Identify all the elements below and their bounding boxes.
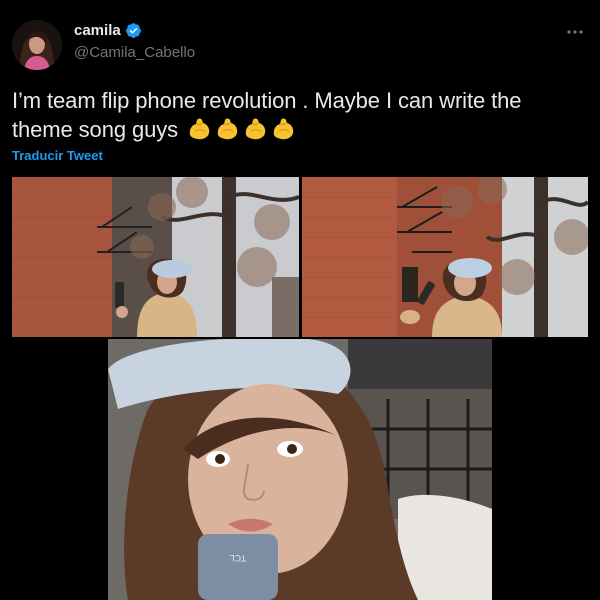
flexed-biceps-icon (186, 115, 212, 148)
more-options-icon[interactable] (564, 24, 586, 40)
photo-woman-flip-phone-brick-building-icon (12, 177, 299, 337)
author-name-row: camila (74, 22, 142, 39)
flexed-biceps-icon (270, 115, 296, 148)
flexed-biceps-icon (242, 115, 268, 148)
flexed-biceps-icon (214, 115, 240, 148)
author-display-name[interactable]: camila (74, 22, 121, 39)
media-photo-2[interactable] (302, 177, 588, 337)
tweet-text: I’m team flip phone revolution . Maybe I… (12, 87, 588, 148)
media-photo-1[interactable] (12, 177, 299, 337)
verified-badge-icon (125, 22, 142, 39)
photo-woman-flip-phone-brick-building-2-icon (302, 177, 588, 337)
tweet-card[interactable]: camila @Camila_Cabello I’m team flip pho… (0, 0, 600, 600)
phone-brand-label: TCL (230, 552, 247, 562)
translate-tweet-link[interactable]: Traducir Tweet (12, 148, 103, 163)
author-handle[interactable]: @Camila_Cabello (74, 44, 195, 61)
media-photo-3[interactable]: TCL (108, 339, 492, 600)
avatar[interactable] (12, 20, 62, 70)
photo-selfie-with-flip-phone-icon: TCL (108, 339, 492, 600)
